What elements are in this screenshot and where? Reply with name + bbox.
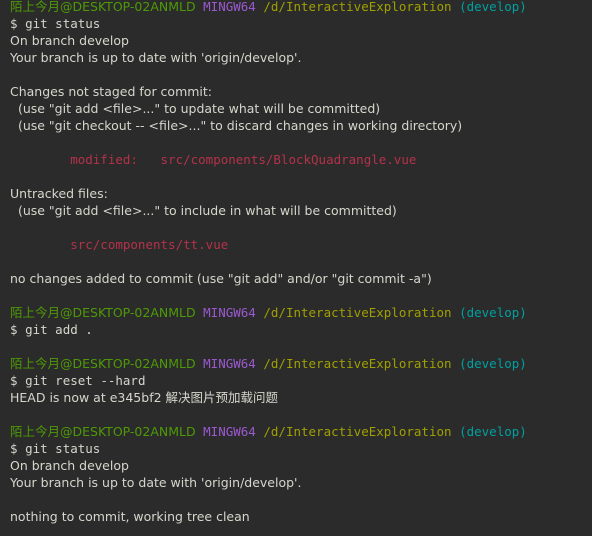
- terminal-output-line: Your branch is up to date with 'origin/d…: [0, 49, 592, 66]
- output-text: On branch develop: [10, 458, 129, 473]
- command-text: git status: [25, 441, 101, 456]
- terminal-status-file-line: modified: src/components/BlockQuadrangle…: [0, 151, 592, 168]
- terminal-output-line: On branch develop: [0, 32, 592, 49]
- prompt-symbol: $: [10, 373, 26, 388]
- terminal-output-line: (use "git checkout -- <file>..." to disc…: [0, 117, 592, 134]
- terminal-output-line: (use "git add <file>..." to update what …: [0, 100, 592, 117]
- prompt-user-host: 陌上今月@DESKTOP-02ANMLD: [10, 305, 196, 320]
- prompt-symbol: $: [10, 441, 26, 456]
- terminal-prompt-line: 陌上今月@DESKTOP-02ANMLD MINGW64 /d/Interact…: [0, 0, 592, 15]
- terminal-window[interactable]: 陌上今月@DESKTOP-02ANMLD MINGW64 /d/Interact…: [0, 0, 592, 536]
- prompt-branch: (develop): [459, 0, 527, 14]
- terminal-output-line: HEAD is now at e345bf2 解决图片预加载问题: [0, 389, 592, 406]
- command-text: git add .: [25, 322, 93, 337]
- output-text: nothing to commit, working tree clean: [10, 509, 250, 524]
- terminal-prompt-line: 陌上今月@DESKTOP-02ANMLD MINGW64 /d/Interact…: [0, 355, 592, 372]
- prompt-shell-label: MINGW64: [203, 356, 256, 371]
- terminal-command-line: $ git status: [0, 440, 592, 457]
- output-text: HEAD is now at e345bf2 解决图片预加载问题: [10, 390, 279, 405]
- output-text: Changes not staged for commit:: [10, 84, 213, 99]
- prompt-cwd: /d/InteractiveExploration: [263, 305, 452, 320]
- terminal-output-line: Changes not staged for commit:: [0, 83, 592, 100]
- terminal-command-line: $ git reset --hard: [0, 372, 592, 389]
- command-text: git reset --hard: [25, 373, 146, 388]
- terminal-status-file-line: src/components/tt.vue: [0, 236, 592, 253]
- prompt-shell-label: MINGW64: [203, 0, 256, 14]
- terminal-prompt-line: 陌上今月@DESKTOP-02ANMLD MINGW64 /d/Interact…: [0, 304, 592, 321]
- prompt-branch: (develop): [459, 424, 527, 439]
- terminal-prompt-line: 陌上今月@DESKTOP-02ANMLD MINGW64 /d/Interact…: [0, 423, 592, 440]
- prompt-user-host: 陌上今月@DESKTOP-02ANMLD: [10, 356, 196, 371]
- prompt-space-3: [452, 356, 460, 371]
- output-text: Your branch is up to date with 'origin/d…: [10, 475, 302, 490]
- prompt-user-host: 陌上今月@DESKTOP-02ANMLD: [10, 424, 196, 439]
- prompt-user-host: 陌上今月@DESKTOP-02ANMLD: [10, 0, 196, 14]
- terminal-command-line: $ git add .: [0, 321, 592, 338]
- terminal-command-line: $ git status: [0, 15, 592, 32]
- terminal-output-line: Untracked files:: [0, 185, 592, 202]
- prompt-branch: (develop): [459, 305, 527, 320]
- prompt-shell-label: MINGW64: [203, 424, 256, 439]
- output-text: On branch develop: [10, 33, 129, 48]
- terminal-output-line: Your branch is up to date with 'origin/d…: [0, 474, 592, 491]
- status-file-text: src/components/tt.vue: [10, 237, 229, 252]
- prompt-symbol: $: [10, 322, 26, 337]
- prompt-cwd: /d/InteractiveExploration: [263, 424, 452, 439]
- prompt-space-3: [452, 0, 460, 14]
- output-text: no changes added to commit (use "git add…: [10, 271, 432, 286]
- prompt-symbol: $: [10, 16, 26, 31]
- prompt-space-3: [452, 305, 460, 320]
- prompt-cwd: /d/InteractiveExploration: [263, 0, 452, 14]
- status-file-text: modified: src/components/BlockQuadrangle…: [10, 152, 417, 167]
- prompt-shell-label: MINGW64: [203, 305, 256, 320]
- terminal-output-line: nothing to commit, working tree clean: [0, 508, 592, 525]
- prompt-space-3: [452, 424, 460, 439]
- output-text: (use "git checkout -- <file>..." to disc…: [10, 118, 463, 133]
- prompt-cwd: /d/InteractiveExploration: [263, 356, 452, 371]
- output-text: (use "git add <file>..." to include in w…: [10, 203, 397, 218]
- terminal-output-line: no changes added to commit (use "git add…: [0, 270, 592, 287]
- output-text: Untracked files:: [10, 186, 108, 201]
- prompt-branch: (develop): [459, 356, 527, 371]
- terminal-output-line: (use "git add <file>..." to include in w…: [0, 202, 592, 219]
- output-text: (use "git add <file>..." to update what …: [10, 101, 381, 116]
- output-text: Your branch is up to date with 'origin/d…: [10, 50, 302, 65]
- command-text: git status: [25, 16, 101, 31]
- terminal-output-line: On branch develop: [0, 457, 592, 474]
